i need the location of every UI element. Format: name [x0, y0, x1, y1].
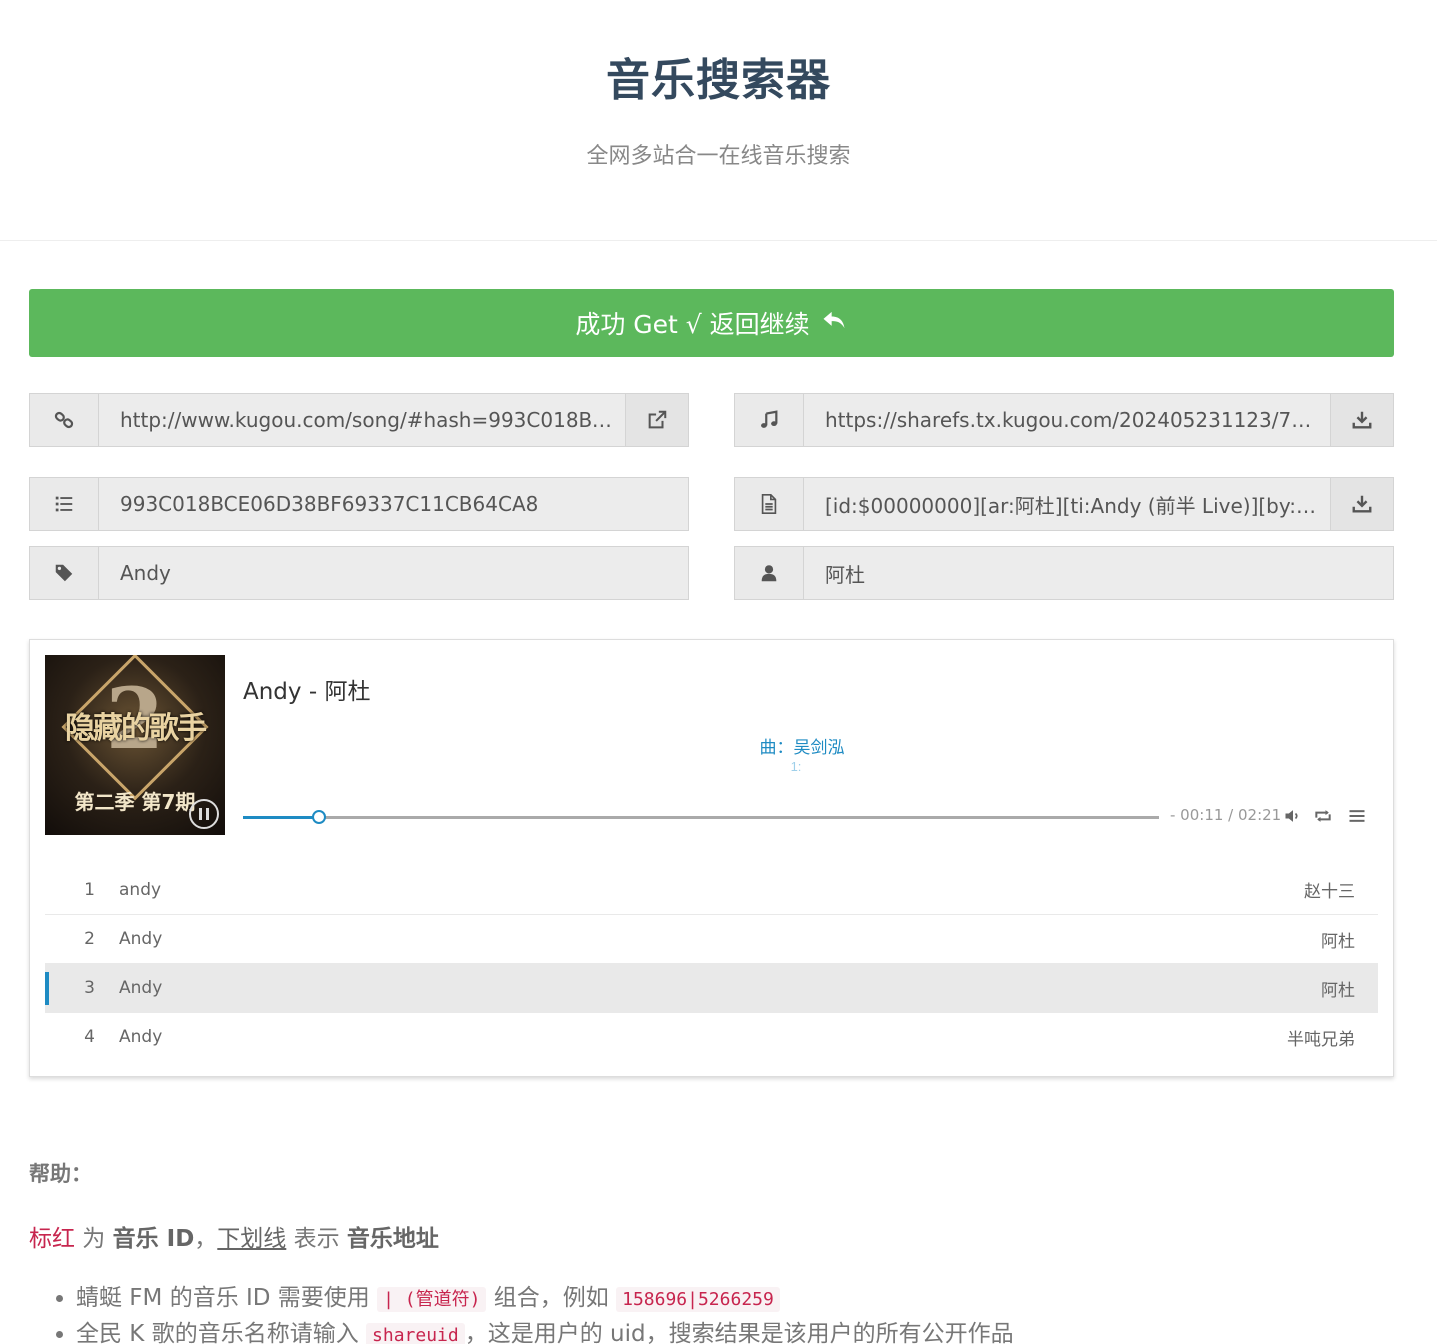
playlist-index: 4	[84, 1027, 95, 1047]
song-link-field: http://www.kugou.com/song/#hash=993C018B…	[29, 393, 689, 447]
loop-icon	[1315, 810, 1331, 822]
download-song-button[interactable]	[1330, 394, 1393, 446]
playlist-song-name: andy	[119, 879, 162, 900]
playlist-index: 3	[84, 978, 95, 998]
legend-red-text: 标红	[29, 1226, 75, 1252]
song-id-field: 993C018BCE06D38BF69337C11CB64CA8	[29, 477, 689, 531]
song-lrc-field: [id:$00000000][ar:阿杜][ti:Andy (前半 Live)]…	[734, 477, 1394, 531]
open-link-button[interactable]	[625, 394, 688, 446]
song-url-field: https://sharefs.tx.kugou.com/20240523112…	[734, 393, 1394, 447]
progress-thumb[interactable]	[312, 810, 327, 824]
playlist-index: 2	[84, 929, 95, 949]
page-title: 音乐搜索器	[606, 55, 831, 106]
playlist-item[interactable]: 1 andy 赵十三	[45, 865, 1378, 914]
lyric-current: 曲：吴剑泓	[759, 738, 845, 758]
link-icon	[30, 394, 99, 446]
page-subtitle: 全网多站合一在线音乐搜索	[586, 144, 851, 169]
help-title: 帮助：	[29, 1162, 92, 1186]
legend-music-url: 音乐地址	[346, 1226, 439, 1252]
tag-icon	[30, 547, 99, 599]
progress-bar[interactable]	[243, 810, 1159, 824]
legend-underline-text: 下划线	[217, 1226, 287, 1252]
playlist-song-name: Andy	[119, 978, 163, 998]
loop-button[interactable]	[1313, 806, 1333, 826]
help-code: 158696|5266259	[616, 1287, 780, 1312]
playlist-song-name: Andy	[119, 929, 163, 949]
volume-button[interactable]	[1283, 806, 1303, 826]
download-icon	[1352, 411, 1372, 429]
external-link-icon	[648, 410, 667, 429]
playlist-song-name: Andy	[119, 1027, 163, 1047]
song-title-field: Andy	[29, 546, 689, 600]
download-lrc-button[interactable]	[1330, 478, 1393, 530]
playlist-artist: 半吨兄弟	[1287, 1029, 1355, 1050]
song-lrc-value[interactable]: [id:$00000000][ar:阿杜][ti:Andy (前半 Live)]…	[804, 478, 1330, 530]
menu-icon	[1349, 810, 1365, 822]
reply-icon	[820, 306, 848, 340]
song-link-value[interactable]: http://www.kugou.com/song/#hash=993C018B…	[99, 394, 625, 446]
user-icon	[735, 547, 804, 599]
playlist-toggle-button[interactable]	[1347, 806, 1367, 826]
playlist-item[interactable]: 2 Andy 阿杜	[45, 914, 1378, 963]
playlist-item[interactable]: 4 Andy 半吨兄弟	[45, 1012, 1378, 1061]
song-url-value[interactable]: https://sharefs.tx.kugou.com/20240523112…	[804, 394, 1330, 446]
success-return-button[interactable]: 成功 Get √ 返回继续	[29, 289, 1394, 357]
progress-played	[243, 816, 320, 819]
time-display: - 00:11 / 02:21	[1170, 806, 1282, 824]
song-title-value[interactable]: Andy	[99, 547, 688, 599]
help-item: 全民 K 歌的音乐名称请输入 shareuid，这是用户的 uid，搜索结果是该…	[76, 1316, 1014, 1344]
page-header: 音乐搜索器 全网多站合一在线音乐搜索	[0, 0, 1437, 241]
help-item: 蜻蜓 FM 的音乐 ID 需要使用 | (管道符) 组合，例如 158696|5…	[76, 1280, 1014, 1316]
playlist-artist: 赵十三	[1304, 882, 1355, 902]
music-player: 2 隐藏的歌手 第二季 第7期 Andy - 阿杜 曲：吴剑泓 1: - 00:…	[29, 639, 1394, 1077]
help-code: shareuid	[366, 1323, 465, 1344]
music-icon	[735, 394, 804, 446]
success-return-label: 成功 Get √ 返回继续	[575, 310, 810, 339]
pause-button[interactable]	[189, 799, 219, 829]
song-id-value[interactable]: 993C018BCE06D38BF69337C11CB64CA8	[99, 478, 688, 530]
song-author-field: 阿杜	[734, 546, 1394, 600]
help-code: | (管道符)	[377, 1287, 487, 1312]
player-song-title: Andy - 阿杜	[243, 679, 371, 705]
download-icon	[1352, 495, 1372, 513]
volume-icon	[1285, 810, 1298, 822]
song-author-value[interactable]: 阿杜	[804, 547, 1393, 599]
playlist-index: 1	[84, 879, 95, 900]
list-icon	[30, 478, 99, 530]
playlist-item-active[interactable]: 3 Andy 阿杜	[45, 963, 1378, 1012]
playlist: 1 andy 赵十三 2 Andy 阿杜 3 Andy 阿杜 4 Andy 半吨…	[45, 865, 1378, 1061]
lyric-next: 1:	[790, 759, 802, 774]
legend-music-id: 音乐 ID	[112, 1226, 195, 1252]
playlist-artist: 阿杜	[1321, 931, 1355, 952]
file-icon	[735, 478, 804, 530]
playlist-artist: 阿杜	[1321, 980, 1355, 1001]
help-legend: 标红 为 音乐 ID，下划线 表示 音乐地址	[29, 1226, 439, 1252]
help-list: 蜻蜓 FM 的音乐 ID 需要使用 | (管道符) 组合，例如 158696|5…	[52, 1280, 1014, 1344]
